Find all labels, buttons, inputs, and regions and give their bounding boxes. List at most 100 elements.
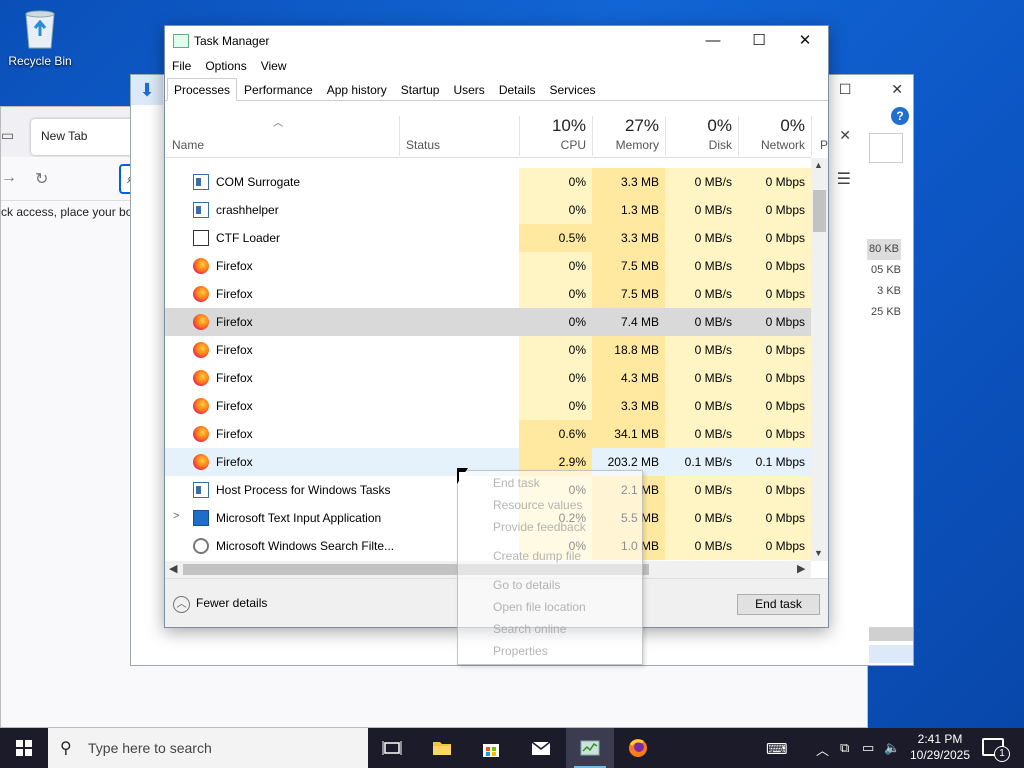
firefox-icon [193, 258, 209, 274]
close-button[interactable]: ✕ [782, 26, 828, 56]
menu-item-provide-feedback[interactable]: Provide feedback [493, 520, 586, 534]
scroll-left-icon[interactable]: ◀ [169, 562, 177, 575]
process-disk-value: 0 MB/s [665, 476, 738, 504]
fewer-details-button[interactable]: ︿ Fewer details [173, 596, 267, 613]
process-net-value: 0 Mbps [738, 308, 811, 336]
task-manager-taskbar-button[interactable] [566, 728, 614, 768]
process-name: Microsoft Windows Search Filte... [216, 539, 395, 553]
process-disk-value: 0 MB/s [665, 532, 738, 560]
process-row[interactable]: Firefox 0% 7.5 MB 0 MB/s 0 Mbps [165, 280, 811, 308]
task-view-button[interactable] [368, 728, 416, 768]
vertical-scroll-thumb[interactable] [813, 190, 826, 232]
menu-view[interactable]: View [261, 56, 287, 76]
keyboard-icon[interactable]: ⌨ [766, 740, 788, 758]
forward-arrow-icon[interactable]: → [1, 169, 17, 187]
firefox-taskbar-button[interactable] [614, 728, 662, 768]
tab-services[interactable]: Services [543, 78, 603, 100]
column-name[interactable]: Name [165, 116, 399, 156]
process-row[interactable]: Firefox 0% 3.3 MB 0 MB/s 0 Mbps [165, 392, 811, 420]
process-cpu-value: 0% [519, 196, 592, 224]
process-row[interactable]: Firefox 0% 7.4 MB 0 MB/s 0 Mbps [165, 308, 811, 336]
tab-startup[interactable]: Startup [394, 78, 447, 100]
process-cpu-value: 0% [519, 308, 592, 336]
process-row[interactable]: Firefox 0% 18.8 MB 0 MB/s 0 Mbps [165, 336, 811, 364]
process-name: Firefox [216, 287, 253, 301]
tab-strip: Processes Performance App history Startu… [165, 78, 828, 101]
process-row[interactable]: Firefox 0% 4.3 MB 0 MB/s 0 Mbps [165, 364, 811, 392]
reload-icon[interactable]: ↻ [35, 169, 48, 189]
menu-item-create-dump-file[interactable]: Create dump file [493, 549, 581, 563]
column-cpu[interactable]: 10% CPU [519, 116, 592, 156]
process-row[interactable]: CTF Loader 0.5% 3.3 MB 0 MB/s 0 Mbps [165, 224, 811, 252]
menu-options[interactable]: Options [205, 56, 246, 76]
tab-processes[interactable]: Processes [167, 78, 238, 101]
menu-item-resource-values[interactable]: Resource values [493, 498, 582, 512]
column-memory[interactable]: 27% Memory [592, 116, 665, 156]
process-row[interactable]: Firefox 0% 7.5 MB 0 MB/s 0 Mbps [165, 252, 811, 280]
process-row[interactable]: COM Surrogate 0% 3.3 MB 0 MB/s 0 Mbps [165, 168, 811, 196]
view-toggle-buttons[interactable] [869, 645, 913, 663]
process-row[interactable]: crashhelper 0% 1.3 MB 0 MB/s 0 Mbps [165, 196, 811, 224]
menu-item-end-task[interactable]: End task [493, 476, 540, 490]
tab-app-history[interactable]: App history [320, 78, 394, 100]
process-name: Firefox [216, 315, 253, 329]
menu-item-go-to-details[interactable]: Go to details [493, 578, 560, 592]
scroll-down-icon[interactable]: ▼ [814, 548, 823, 558]
file-explorer-button[interactable] [418, 728, 466, 768]
taskbar-search-box[interactable]: ⚲ Type here to search [48, 728, 368, 768]
end-task-button[interactable]: End task [737, 594, 820, 615]
mail-button[interactable] [517, 728, 565, 768]
background-window-controls[interactable]: ☐ ✕ [839, 81, 903, 98]
monitor-icon[interactable]: ▭ [862, 740, 874, 756]
menu-item-open-file-location[interactable]: Open file location [493, 600, 586, 614]
tab-list-icon[interactable]: ▭ [1, 127, 14, 144]
firefox-icon [193, 286, 209, 302]
search-filter-icon [193, 538, 209, 554]
tab-performance[interactable]: Performance [237, 78, 320, 100]
column-name-label: Name [172, 138, 205, 152]
network-icon[interactable]: ⧉ [840, 740, 849, 756]
clock[interactable]: 2:41 PM 10/29/2025 [905, 731, 975, 763]
column-power[interactable]: P [811, 116, 828, 156]
search-icon: ⚲ [60, 740, 72, 757]
process-disk-value: 0 MB/s [665, 392, 738, 420]
menu-file[interactable]: File [172, 56, 191, 76]
input-box[interactable] [869, 133, 903, 163]
tab-users[interactable]: Users [446, 78, 491, 100]
notification-center-icon[interactable]: 1 [982, 738, 1010, 762]
chevron-up-icon[interactable]: ︿ [816, 740, 829, 759]
minimize-button[interactable]: — [690, 26, 736, 56]
process-cpu-value: 0.5% [519, 224, 592, 252]
start-button[interactable] [0, 728, 48, 768]
menu-icon[interactable]: ☰ [837, 169, 851, 189]
maximize-button[interactable]: ☐ [736, 26, 782, 56]
scroll-up-icon[interactable]: ▲ [814, 160, 823, 170]
close-icon[interactable]: ✕ [891, 81, 903, 97]
column-status[interactable]: Status [399, 116, 519, 156]
column-disk[interactable]: 0% Disk [665, 116, 738, 156]
process-name: Microsoft Text Input Application [216, 511, 382, 525]
mail-icon [531, 741, 551, 755]
store-button[interactable] [467, 728, 515, 768]
tab-details[interactable]: Details [492, 78, 543, 100]
expand-chevron-icon[interactable]: > [173, 510, 179, 522]
process-row[interactable]: Firefox 0.6% 34.1 MB 0 MB/s 0 Mbps [165, 420, 811, 448]
volume-muted-icon[interactable]: 🔈 [884, 740, 900, 756]
help-icon[interactable]: ? [891, 107, 909, 125]
process-cpu-value: 0% [519, 392, 592, 420]
column-status-label: Status [406, 138, 441, 152]
menu-item-properties[interactable]: Properties [493, 644, 548, 658]
title-bar[interactable]: Task Manager — ☐ ✕ [165, 26, 828, 56]
process-mem-value: 7.4 MB [592, 308, 665, 336]
close-icon[interactable]: ✕ [839, 127, 851, 144]
vertical-scrollbar[interactable]: ▲ ▼ [811, 158, 828, 561]
process-disk-value: 0 MB/s [665, 168, 738, 196]
scroll-right-icon[interactable]: ▶ [797, 562, 805, 575]
recycle-bin[interactable]: Recycle Bin [4, 6, 76, 68]
maximize-icon[interactable]: ☐ [839, 81, 852, 97]
horizontal-scrollbar[interactable] [869, 627, 913, 641]
column-network[interactable]: 0% Network [738, 116, 811, 156]
task-manager-icon [173, 34, 189, 48]
menu-item-search-online[interactable]: Search online [493, 622, 566, 636]
process-disk-value: 0 MB/s [665, 364, 738, 392]
